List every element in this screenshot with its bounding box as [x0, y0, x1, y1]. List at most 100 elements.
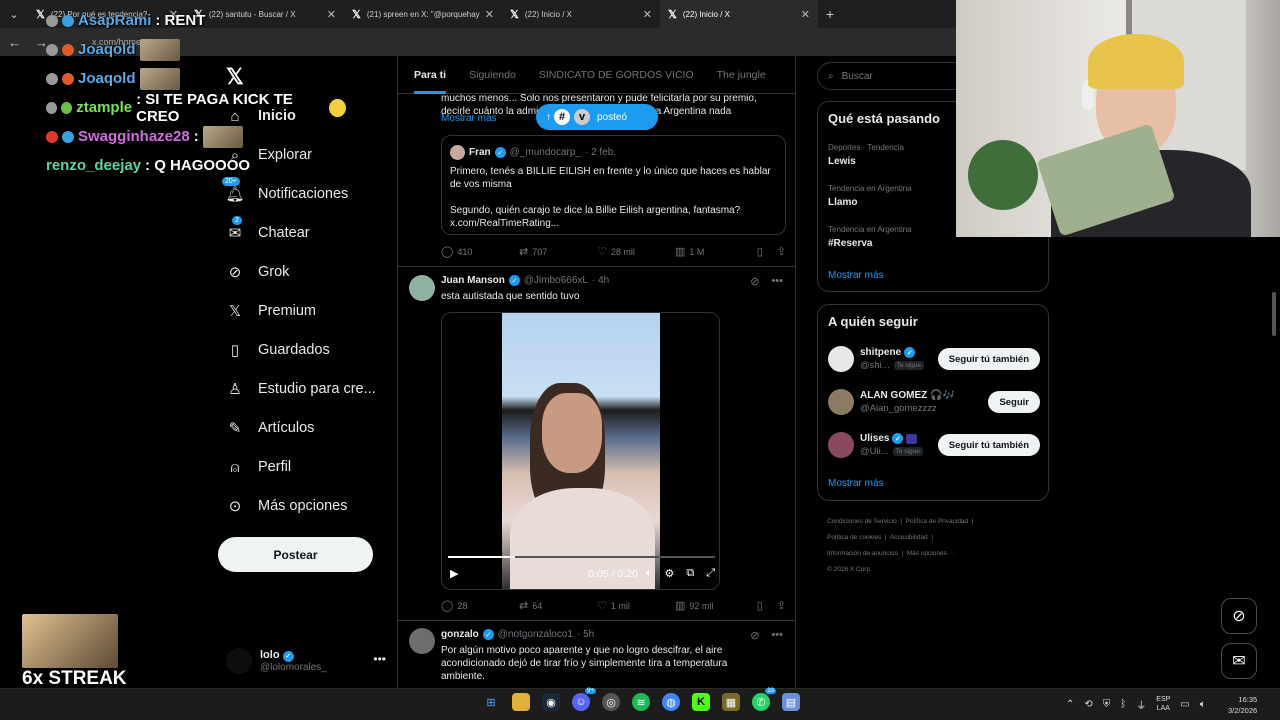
nav-item-mas-opciones[interactable]: ⊙ Más opciones: [226, 494, 348, 518]
avatar[interactable]: [409, 628, 435, 654]
account-switcher[interactable]: lolo ✓ @lolomorales_ •••: [226, 644, 386, 678]
footer-link[interactable]: Política de Privacidad: [906, 518, 969, 525]
follow-button[interactable]: Seguir: [988, 391, 1040, 413]
nav-item-grok[interactable]: ⊘ Grok: [226, 260, 290, 284]
footer-link[interactable]: Condiciones de Servicio: [827, 518, 897, 525]
sync-icon[interactable]: ⟲: [1084, 699, 1092, 710]
minecraft-icon[interactable]: ▦: [722, 693, 740, 711]
like-button[interactable]: ♡ 1 mil: [597, 599, 675, 612]
nav-item-chatear[interactable]: ✉ 2 Chatear: [226, 216, 310, 245]
browser-tab[interactable]: 𝕏 (22) Inicio / X ✕: [502, 0, 660, 28]
nav-item-estudio[interactable]: ♙ Estudio para cre...: [226, 377, 375, 401]
microphone-icon[interactable]: ⏚: [1136, 697, 1146, 712]
quote-link[interactable]: x.com/RealTimeRating...: [450, 217, 777, 230]
browser-tab[interactable]: 𝕏 (21) spreen en X: "@porquehay ✕: [344, 0, 502, 28]
pip-icon[interactable]: ⧉: [686, 567, 694, 580]
author-handle[interactable]: @notgonzaloco1: [498, 629, 573, 640]
discord-icon[interactable]: ☺ 9+: [572, 688, 596, 711]
spotify-icon[interactable]: ≋: [632, 693, 650, 711]
new-posts-pill[interactable]: ↑ # v posteó: [536, 104, 658, 130]
show-more-link[interactable]: Mostrar más: [441, 113, 497, 124]
follow-suggestion[interactable]: shitpene ✓ @shi... Te sigue Seguir tú tamb…: [828, 342, 1040, 376]
grok-floating-button[interactable]: ⊘: [1221, 598, 1257, 634]
chevron-up-icon[interactable]: ⌃: [1066, 699, 1074, 710]
author-name[interactable]: gonzalo: [441, 629, 479, 640]
settings-icon[interactable]: ⚙: [664, 567, 674, 580]
more-options-icon[interactable]: •••: [771, 629, 783, 642]
fullscreen-icon[interactable]: ⤢: [706, 567, 715, 580]
more-options-icon[interactable]: •••: [373, 652, 386, 666]
trend-item[interactable]: #Reserva: [828, 238, 872, 249]
back-arrow-icon[interactable]: ←: [8, 35, 21, 50]
chrome-icon[interactable]: ◍: [662, 693, 680, 711]
bluetooth-icon[interactable]: ᛒ: [1120, 699, 1126, 710]
footer-link[interactable]: Política de cookies: [827, 534, 881, 541]
more-options-icon[interactable]: •••: [771, 275, 783, 288]
scrollbar[interactable]: [1272, 292, 1276, 336]
tab-sindicato[interactable]: SINDICATO DE GORDOS VICIO: [539, 69, 694, 81]
views-button[interactable]: ▥ 92 mil: [675, 599, 753, 612]
tab-para-ti[interactable]: Para ti: [414, 69, 447, 94]
close-icon[interactable]: ✕: [801, 8, 810, 21]
share-icon[interactable]: ⇪: [777, 599, 786, 612]
tab-siguiendo[interactable]: Siguiendo: [469, 69, 516, 81]
show-more-link[interactable]: Mostrar más: [828, 270, 884, 281]
volume-icon[interactable]: 🔈︎: [646, 567, 653, 580]
nav-item-articulos[interactable]: ✎ Artículos: [226, 416, 315, 440]
security-icon[interactable]: ⛨: [1103, 699, 1111, 710]
footer-link[interactable]: Información de anuncios: [827, 550, 898, 557]
bookmark-icon[interactable]: ▯: [757, 245, 763, 258]
share-icon[interactable]: ⇪: [777, 245, 786, 258]
author-handle[interactable]: @Jimbo666xL: [524, 275, 588, 286]
trend-item[interactable]: Lewis: [828, 156, 856, 167]
avatar[interactable]: [409, 275, 435, 301]
nav-item-notificaciones[interactable]: 🔔︎ 20+ Notificaciones: [222, 177, 348, 206]
steam-icon[interactable]: ◉: [542, 693, 560, 711]
notepad-icon[interactable]: ▤: [782, 693, 800, 711]
messages-floating-button[interactable]: ✉: [1221, 643, 1257, 679]
new-tab-button[interactable]: +: [818, 6, 842, 22]
repost-icon: ⇄: [519, 600, 529, 612]
play-icon[interactable]: ▶: [450, 567, 458, 580]
tab-search-icon[interactable]: ⌄: [0, 0, 28, 28]
close-icon[interactable]: ✕: [485, 8, 494, 21]
file-explorer-icon[interactable]: [512, 693, 530, 711]
obs-icon[interactable]: ◎: [602, 693, 620, 711]
author-name[interactable]: Juan Manson: [441, 275, 505, 286]
language-indicator[interactable]: ESP LAA: [1156, 695, 1170, 713]
video-player[interactable]: ▶ 0:05 / 0:20 🔈︎ ⚙ ⧉ ⤢: [441, 312, 720, 590]
verified-icon: ✓: [494, 147, 506, 158]
nav-item-guardados[interactable]: ▯ Guardados: [226, 338, 330, 362]
views-button[interactable]: ▥ 1 M: [675, 245, 753, 258]
footer-link[interactable]: Accesibilidad: [890, 534, 928, 541]
follow-back-button[interactable]: Seguir tú también: [937, 348, 1040, 370]
quoted-post[interactable]: Fran ✓ @_mundocarp_ · 2 feb. Primero, te…: [441, 135, 786, 235]
volume-icon[interactable]: 🔈︎: [1200, 699, 1206, 710]
whatsapp-icon[interactable]: ✆ 33: [752, 688, 776, 711]
grok-icon[interactable]: ⊘: [750, 629, 759, 642]
follow-suggestion[interactable]: Ulises ✓ @Uli... Te sigue Seguir tú tambié…: [828, 428, 1040, 462]
repost-button[interactable]: ⇄ 707: [519, 245, 597, 258]
nav-item-perfil[interactable]: ⍝ Perfil: [226, 455, 291, 479]
grok-icon[interactable]: ⊘: [750, 275, 759, 288]
close-icon[interactable]: ✕: [643, 8, 652, 21]
windows-start-icon[interactable]: ⊞: [482, 693, 500, 711]
reply-button[interactable]: ◯ 410: [441, 245, 519, 258]
repost-button[interactable]: ⇄ 64: [519, 599, 597, 612]
like-button[interactable]: ♡ 28 mil: [597, 245, 675, 258]
trend-item[interactable]: Llamo: [828, 197, 857, 208]
browser-tab-active[interactable]: 𝕏 (22) Inicio / X ✕: [660, 0, 818, 28]
reply-button[interactable]: ◯ 28: [441, 599, 519, 612]
bookmark-icon[interactable]: ▯: [757, 599, 763, 612]
follow-back-button[interactable]: Seguir tú también: [937, 434, 1040, 456]
nav-item-premium[interactable]: 𝕏 Premium: [226, 299, 316, 323]
monitor-icon[interactable]: ▭: [1180, 699, 1189, 710]
footer-link[interactable]: Más opciones ···: [907, 550, 955, 557]
tab-the-jungle[interactable]: The jungle: [717, 69, 766, 81]
show-more-link[interactable]: Mostrar más: [828, 478, 884, 489]
video-progress-bar[interactable]: [448, 556, 715, 558]
kick-icon[interactable]: K: [692, 693, 710, 711]
follow-suggestion[interactable]: ALAN GOMEZ 🎧🎶 @Alan_gomezzzz Seguir: [828, 385, 1040, 419]
clock[interactable]: 16:35 3/2/2026: [1228, 694, 1257, 716]
post-button[interactable]: Postear: [218, 537, 373, 572]
